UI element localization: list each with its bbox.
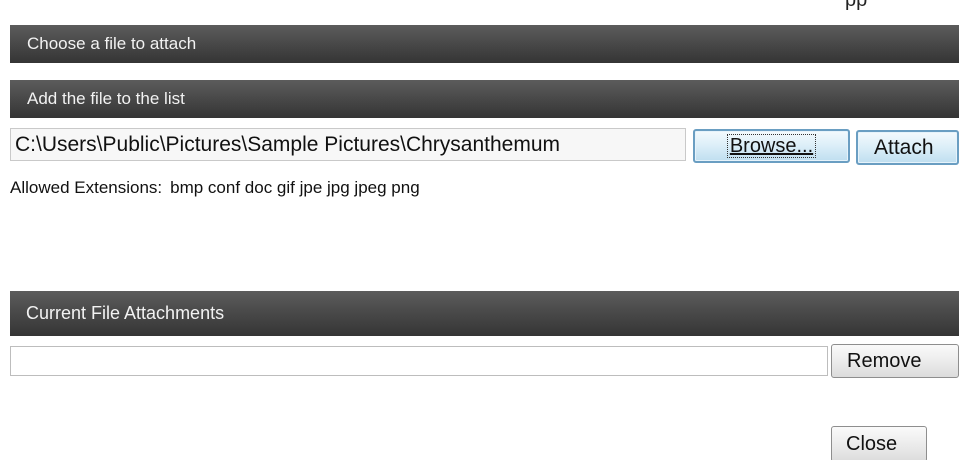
file-attach-dialog: pp Choose a file to attach Add the file … <box>0 0 959 460</box>
allowed-extensions: Allowed Extensions: bmp conf doc gif jpe … <box>10 178 420 198</box>
allowed-extensions-values: bmp conf doc gif jpe jpg jpeg png <box>170 178 420 197</box>
allowed-extensions-label: Allowed Extensions: <box>10 178 163 197</box>
file-path-input[interactable]: C:\Users\Public\Pictures\Sample Pictures… <box>10 128 686 161</box>
browse-button[interactable]: Browse... <box>693 129 850 163</box>
add-file-header: Add the file to the list <box>10 80 959 118</box>
close-button[interactable]: Close <box>831 426 927 460</box>
attach-button[interactable]: Attach <box>856 130 959 165</box>
attachments-list[interactable] <box>10 346 828 376</box>
choose-file-header: Choose a file to attach <box>10 25 959 63</box>
browse-button-label: Browse... <box>726 134 817 158</box>
remove-button[interactable]: Remove <box>831 344 959 378</box>
top-caption: pp <box>845 0 868 11</box>
current-attachments-header: Current File Attachments <box>10 291 959 336</box>
